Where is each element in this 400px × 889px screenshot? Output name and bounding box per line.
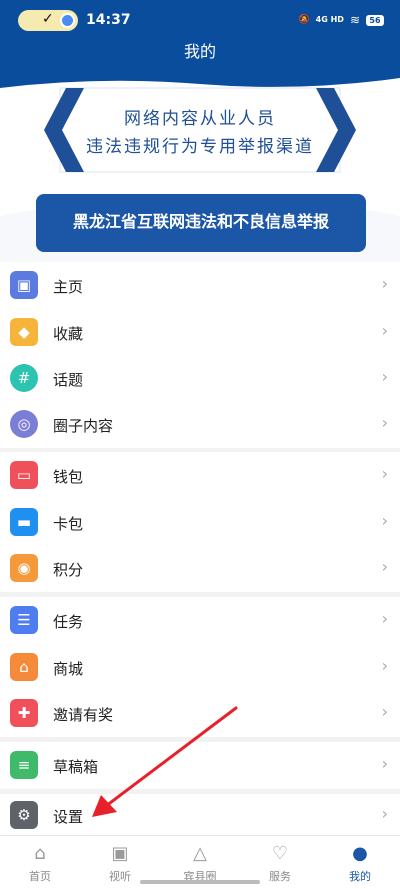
menu-group-drafts: ≡ 草稿箱 › [0, 742, 400, 789]
check-icon: ✓ [42, 11, 54, 27]
banner-headline: 网络内容从业人员 [124, 109, 276, 129]
menu-group-settings: ⚙ 设置 › [0, 794, 400, 835]
banner-subheadline: 违法违规行为专用举报渠道 [86, 137, 314, 157]
wifi-icon: ≋ [349, 13, 360, 27]
menu-group-wallet: ▭ 钱包 › ▬ 卡包 › ◉ 积分 › [0, 452, 400, 592]
gear-icon: ⚙ [10, 801, 38, 829]
menu-item-wallet[interactable]: ▭ 钱包 › [0, 452, 400, 499]
heart-icon: ♡ [271, 843, 289, 864]
tasklist-icon: ☰ [10, 606, 38, 634]
coins-icon: ◉ [10, 554, 38, 582]
menu-item-drafts[interactable]: ≡ 草稿箱 › [0, 742, 400, 789]
menu-item-label: 钱包 [53, 468, 84, 486]
mountain-icon: △ [193, 843, 207, 864]
menu-item-label: 卡包 [53, 515, 84, 533]
battery-icon: 56 [366, 14, 384, 26]
menu-item-label: 收藏 [53, 325, 84, 343]
chevron-right-icon: › [381, 702, 388, 721]
menu-item-favorites[interactable]: ◆ 收藏 › [0, 309, 400, 356]
hashtag-icon: # [10, 364, 38, 392]
home-icon: ⌂ [34, 843, 46, 864]
menu-item-label: 圈子内容 [53, 417, 114, 435]
tv-icon: ▣ [111, 843, 129, 864]
status-pill[interactable]: ✓ [18, 10, 78, 31]
chevron-right-icon: › [381, 274, 388, 293]
link-icon [60, 13, 75, 28]
network-label: 4G HD [315, 15, 344, 24]
menu-group-tasks: ☰ 任务 › ⌂ 商城 › ✚ 邀请有奖 › [0, 597, 400, 737]
mute-icon: 🔕 [298, 15, 310, 25]
menu-item-label: 积分 [53, 561, 84, 579]
wallet-icon: ▭ [10, 461, 38, 489]
menu-item-label: 邀请有奖 [53, 706, 114, 724]
menu-item-label: 话题 [53, 371, 84, 389]
menu-item-settings[interactable]: ⚙ 设置 › [0, 794, 400, 841]
status-time: 14:37 [86, 12, 131, 28]
chevron-right-icon: › [381, 656, 388, 675]
report-banner[interactable]: 网络内容从业人员 违法违规行为专用举报渠道 黑龙江省互联网违法和不良信息举报 [0, 66, 400, 262]
page-title: 我的 [183, 42, 216, 61]
tab-label: 我的 [349, 870, 371, 883]
home-indicator [140, 880, 260, 884]
menu-item-label: 商城 [53, 660, 84, 678]
circle-icon: ◎ [10, 410, 38, 438]
tab-mine[interactable]: ● 我的 [320, 836, 400, 889]
menu-item-card[interactable]: ▬ 卡包 › [0, 499, 400, 546]
menu-item-tasks[interactable]: ☰ 任务 › [0, 597, 400, 644]
tab-home[interactable]: ⌂ 首页 [0, 836, 80, 889]
gift-icon: ✚ [10, 699, 38, 727]
chevron-right-icon: › [381, 511, 388, 530]
header: ✓ 14:37 🔕 4G HD ≋ 56 我的 [0, 0, 400, 66]
card-icon: ▬ [10, 508, 38, 536]
menu-item-topics[interactable]: # 话题 › [0, 355, 400, 402]
chevron-right-icon: › [381, 464, 388, 483]
menu-group-profile: ▣ 主页 › ◆ 收藏 › # 话题 › ◎ 圈子内容 › [0, 262, 400, 448]
chevron-right-icon: › [381, 557, 388, 576]
chevron-right-icon: › [381, 321, 388, 340]
menu-item-invite-reward[interactable]: ✚ 邀请有奖 › [0, 690, 400, 737]
menu-item-homepage[interactable]: ▣ 主页 › [0, 262, 400, 309]
banner-report-label: 黑龙江省互联网违法和不良信息举报 [36, 194, 366, 252]
menu-item-points[interactable]: ◉ 积分 › [0, 545, 400, 592]
chevron-right-icon: › [381, 367, 388, 386]
person-icon: ● [352, 843, 368, 864]
menu-item-store[interactable]: ⌂ 商城 › [0, 644, 400, 691]
image-icon: ▣ [10, 271, 38, 299]
menu-item-label: 任务 [53, 613, 84, 631]
chevron-right-icon: › [381, 804, 388, 823]
status-bar: ✓ 14:37 🔕 4G HD ≋ 56 [0, 0, 400, 38]
draft-icon: ≡ [10, 751, 38, 779]
chevron-right-icon: › [381, 754, 388, 773]
store-icon: ⌂ [10, 653, 38, 681]
menu-item-label: 草稿箱 [53, 758, 99, 776]
status-icons: 🔕 4G HD ≋ 56 [298, 13, 384, 27]
cube-icon: ◆ [10, 318, 38, 346]
menu-item-label: 主页 [53, 278, 84, 296]
chevron-right-icon: › [381, 413, 388, 432]
menu-item-circle-content[interactable]: ◎ 圈子内容 › [0, 401, 400, 448]
menu-item-label: 设置 [53, 808, 84, 826]
chevron-right-icon: › [381, 609, 388, 628]
tab-label: 首页 [29, 870, 51, 883]
